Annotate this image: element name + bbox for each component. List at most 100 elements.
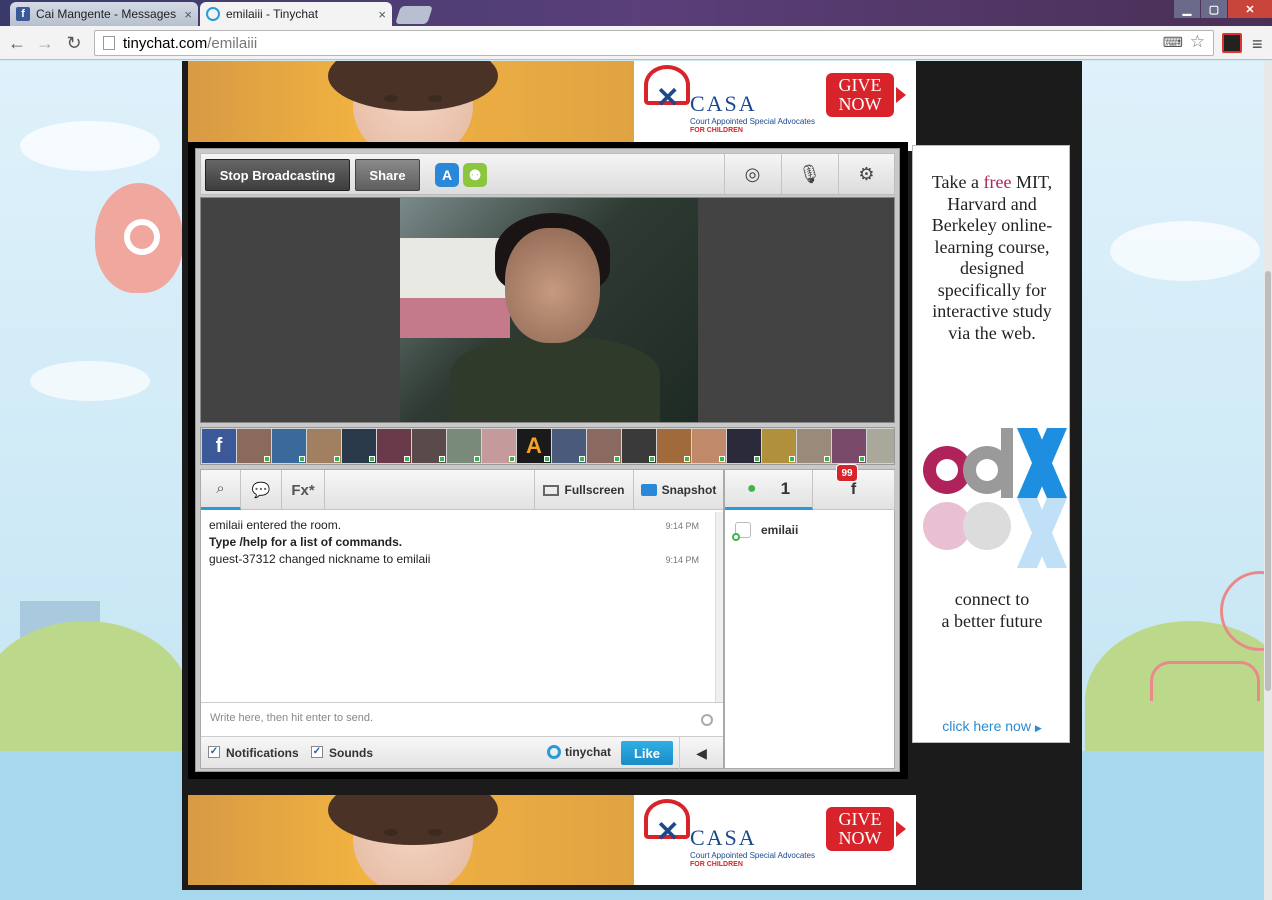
- online-dot: [789, 456, 795, 462]
- users-tab[interactable]: ● 1: [725, 470, 813, 510]
- facebook-icon[interactable]: f: [202, 429, 236, 463]
- casa-banner-ad-top[interactable]: ✕ CASA Court Appointed Special Advocates…: [188, 61, 916, 151]
- reload-icon[interactable]: ↻: [63, 32, 85, 54]
- share-button[interactable]: Share: [355, 159, 420, 191]
- friend-thumb[interactable]: [727, 429, 761, 463]
- casa-banner-ad-bottom[interactable]: ✕ CASA Court Appointed Special Advocates…: [188, 795, 916, 885]
- close-tab-icon[interactable]: ×: [378, 7, 386, 22]
- friend-thumb[interactable]: [237, 429, 271, 463]
- arrow-icon: [896, 821, 906, 837]
- close-tab-icon[interactable]: ×: [184, 7, 192, 22]
- online-dot: [824, 456, 830, 462]
- friend-thumb[interactable]: [412, 429, 446, 463]
- user-count: 1: [780, 478, 791, 498]
- edx-logo: [923, 428, 1067, 568]
- friend-thumb[interactable]: [832, 429, 866, 463]
- online-dot: [264, 456, 270, 462]
- notification-badge: 99: [836, 464, 858, 482]
- friend-thumb[interactable]: [272, 429, 306, 463]
- fullscreen-button[interactable]: Fullscreen: [534, 470, 633, 510]
- online-dot: [684, 456, 690, 462]
- like-button[interactable]: Like: [621, 741, 673, 765]
- balloon-logo: [124, 219, 160, 255]
- online-dot: [404, 456, 410, 462]
- microphone-icon[interactable]: 🎙: [781, 154, 837, 194]
- forward-icon[interactable]: →: [34, 32, 56, 54]
- edx-text-free: free: [983, 172, 1012, 192]
- friend-thumb[interactable]: [587, 429, 621, 463]
- emoticon-icon[interactable]: [701, 714, 713, 726]
- friend-thumb[interactable]: A: [517, 429, 551, 463]
- friend-thumb[interactable]: [377, 429, 411, 463]
- friend-thumb[interactable]: [692, 429, 726, 463]
- tinychat-toolbar: Stop Broadcasting Share A ⚉ ◎ 🎙 ⚙: [200, 153, 895, 195]
- ad-photo: [188, 61, 634, 151]
- speaker-icon[interactable]: ◀: [679, 737, 723, 769]
- online-dot: [614, 456, 620, 462]
- notifications-checkbox[interactable]: ✓: [208, 746, 220, 758]
- cloud: [20, 121, 160, 171]
- stop-broadcasting-button[interactable]: Stop Broadcasting: [205, 159, 350, 191]
- ad-eye: [428, 95, 442, 102]
- friend-thumb[interactable]: [867, 429, 894, 463]
- cloud: [30, 361, 150, 401]
- browser-tab-messages[interactable]: f Cai Mangente - Messages ×: [10, 2, 198, 26]
- tinychat-icon: [206, 7, 220, 21]
- friend-thumb[interactable]: [447, 429, 481, 463]
- cloud: [1110, 221, 1260, 281]
- friend-thumb[interactable]: [342, 429, 376, 463]
- edx-text-after: MIT, Harvard and Berkeley online-learnin…: [931, 172, 1053, 343]
- chat-bubbles-icon[interactable]: 💬: [241, 470, 282, 510]
- url-host: tinychat.com: [123, 34, 208, 52]
- online-dot: [719, 456, 725, 462]
- tinychat-logo: tinychat: [547, 745, 611, 759]
- facebook-tab[interactable]: f 99: [813, 464, 895, 510]
- menu-icon[interactable]: ≡: [1252, 34, 1263, 55]
- chat-footer: ✓ Notifications ✓ Sounds tinychat Like ◀: [201, 736, 723, 769]
- sounds-checkbox[interactable]: ✓: [311, 746, 323, 758]
- app-store-icon[interactable]: A: [435, 163, 459, 187]
- address-bar[interactable]: tinychat.com/emilaiii ⌨ ☆: [94, 30, 1214, 56]
- translate-icon[interactable]: ⌨: [1163, 34, 1183, 51]
- fx-tab[interactable]: Fx*: [282, 470, 325, 510]
- online-dot: [334, 456, 340, 462]
- friend-thumb[interactable]: [622, 429, 656, 463]
- friend-thumb[interactable]: [482, 429, 516, 463]
- friend-thumb[interactable]: [657, 429, 691, 463]
- browser-tab-tinychat[interactable]: emilaiii - Tinychat ×: [200, 2, 392, 26]
- back-icon[interactable]: ←: [6, 32, 28, 54]
- search-icon[interactable]: ⌕: [201, 470, 241, 510]
- user-list-item[interactable]: emilaii: [732, 522, 798, 541]
- close-window-icon[interactable]: ✕: [1228, 0, 1272, 18]
- gear-icon[interactable]: ⚙: [838, 154, 894, 194]
- online-dot: [754, 456, 760, 462]
- webcam-icon[interactable]: ◎: [724, 154, 780, 194]
- webcam-video[interactable]: [400, 198, 698, 422]
- minimize-icon[interactable]: ▁: [1174, 0, 1200, 18]
- click-here-link[interactable]: click here now ▶: [913, 718, 1071, 734]
- friend-thumb[interactable]: [797, 429, 831, 463]
- new-tab-button[interactable]: [395, 6, 433, 24]
- scrollbar-thumb[interactable]: [1265, 271, 1271, 691]
- casa-tagline: Court Appointed Special Advocates: [690, 851, 815, 860]
- android-icon[interactable]: ⚉: [463, 163, 487, 187]
- star-icon[interactable]: ☆: [1190, 32, 1205, 52]
- edx-side-ad[interactable]: Take a free MIT, Harvard and Berkeley on…: [912, 145, 1070, 743]
- chat-input[interactable]: Write here, then hit enter to send.: [201, 702, 723, 736]
- page-scrollbar[interactable]: [1264, 61, 1272, 900]
- users-panel: ● 1 f 99 emilaii: [724, 464, 895, 769]
- friend-thumb[interactable]: [552, 429, 586, 463]
- snapshot-button[interactable]: Snapshot: [633, 470, 723, 510]
- friend-thumb[interactable]: [762, 429, 796, 463]
- friend-thumb[interactable]: [307, 429, 341, 463]
- online-dot: [859, 456, 865, 462]
- maximize-icon[interactable]: ▢: [1201, 0, 1227, 18]
- ad-photo: [188, 795, 634, 885]
- chat-scrollbar[interactable]: [715, 512, 723, 702]
- chat-tab-bar: ⌕ 💬 Fx* Fullscreen Snapshot: [201, 470, 723, 510]
- give-now-button[interactable]: GIVE NOW: [826, 807, 894, 851]
- extension-icon[interactable]: [1222, 33, 1242, 53]
- give-now-button[interactable]: GIVE NOW: [826, 73, 894, 117]
- online-dot: [369, 456, 375, 462]
- video-person-face: [505, 228, 600, 343]
